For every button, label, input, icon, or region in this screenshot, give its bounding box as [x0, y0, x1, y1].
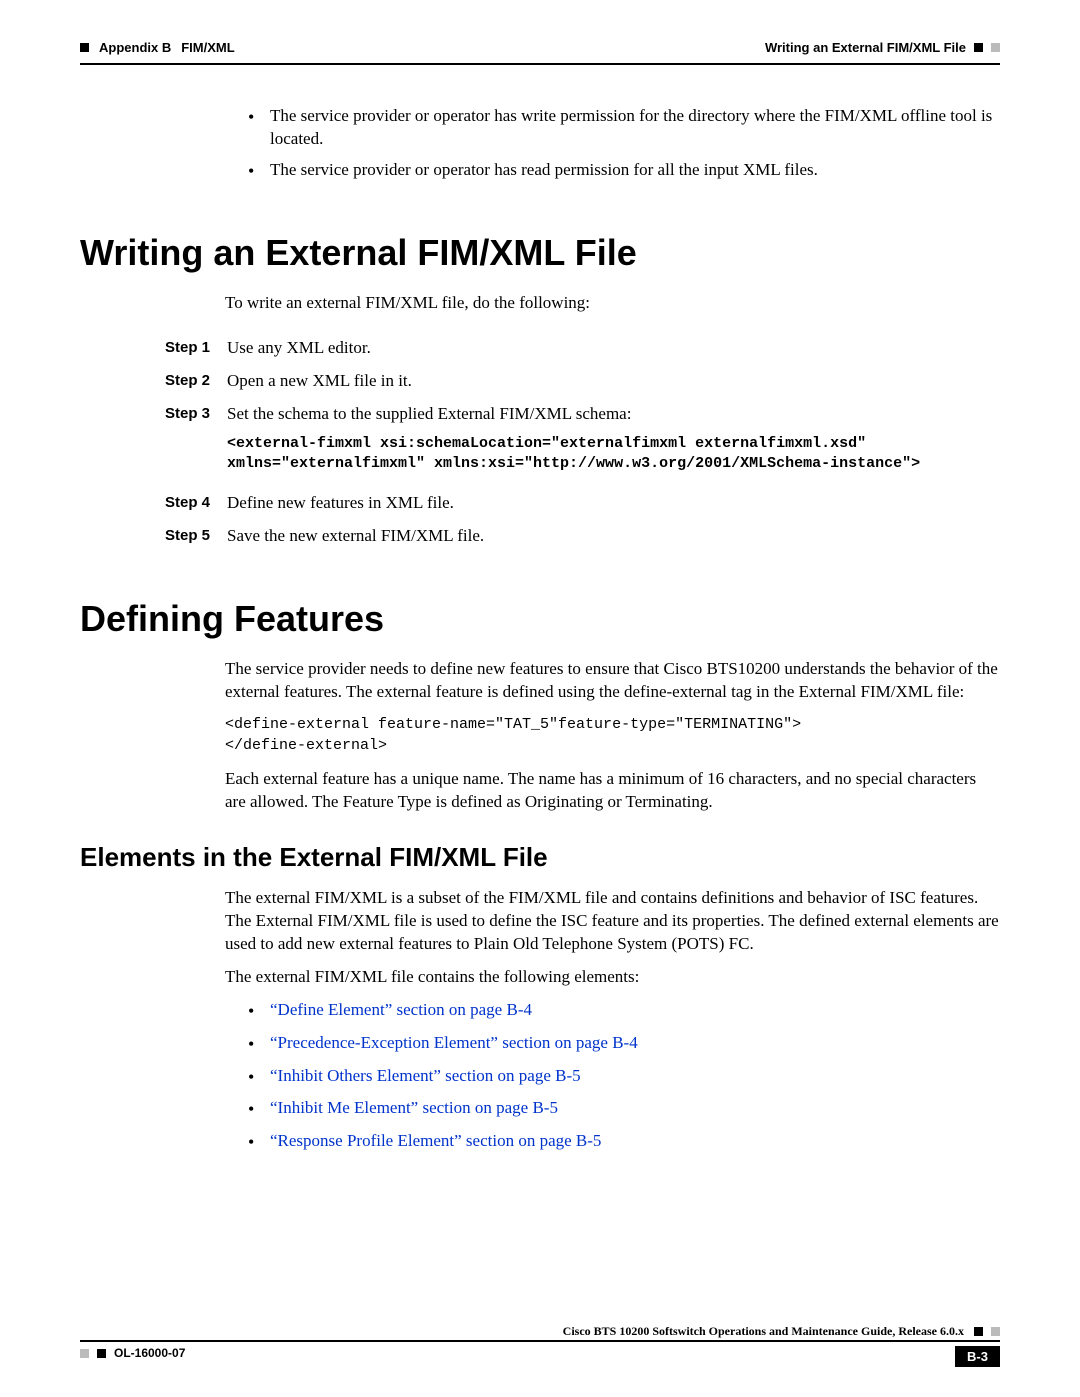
step-text: Use any XML editor.: [227, 337, 1000, 360]
list-item: “Precedence-Exception Element” section o…: [248, 1031, 1000, 1056]
step-text: Define new features in XML file.: [227, 492, 1000, 515]
list-item: “Inhibit Me Element” section on page B-5: [248, 1096, 1000, 1121]
footer-doc-id: OL-16000-07: [114, 1346, 185, 1360]
xref-link[interactable]: “Define Element” section on page B-4: [270, 1000, 532, 1019]
elements-p1: The external FIM/XML is a subset of the …: [225, 887, 1000, 956]
header-rule: [80, 63, 1000, 65]
header-left: Appendix B FIM/XML: [80, 40, 235, 55]
step-label: Step 4: [165, 492, 227, 513]
step-row: Step 2 Open a new XML file in it.: [165, 370, 1000, 393]
square-icon: [991, 43, 1000, 52]
xref-link[interactable]: “Inhibit Me Element” section on page B-5: [270, 1098, 558, 1117]
step-row: Step 1 Use any XML editor.: [165, 337, 1000, 360]
header-section-label: Writing an External FIM/XML File: [765, 40, 966, 55]
step-text: Save the new external FIM/XML file.: [227, 525, 1000, 548]
square-icon: [974, 1327, 983, 1336]
footer: Cisco BTS 10200 Softswitch Operations an…: [80, 1322, 1000, 1367]
step-row: Step 3 Set the schema to the supplied Ex…: [165, 403, 1000, 482]
step-label: Step 2: [165, 370, 227, 391]
appendix-label: Appendix B: [99, 40, 171, 55]
intro-bullet-list: The service provider or operator has wri…: [80, 105, 1000, 182]
step-label: Step 5: [165, 525, 227, 546]
xref-link[interactable]: “Response Profile Element” section on pa…: [270, 1131, 601, 1150]
heading-elements: Elements in the External FIM/XML File: [80, 842, 1000, 873]
footer-rule: [80, 1340, 1000, 1342]
square-icon: [80, 1349, 89, 1358]
elements-link-list: “Define Element” section on page B-4 “Pr…: [248, 998, 1000, 1153]
code-block: <external-fimxml xsi:schemaLocation="ext…: [227, 434, 1000, 475]
defining-p1: The service provider needs to define new…: [225, 658, 1000, 704]
writing-intro: To write an external FIM/XML file, do th…: [225, 292, 1000, 315]
page-number-badge: B-3: [955, 1346, 1000, 1367]
appendix-title: FIM/XML: [181, 40, 234, 55]
step-label: Step 3: [165, 403, 227, 424]
square-icon: [97, 1349, 106, 1358]
heading-writing: Writing an External FIM/XML File: [80, 232, 1000, 274]
defining-p2: Each external feature has a unique name.…: [225, 768, 1000, 814]
heading-defining: Defining Features: [80, 598, 1000, 640]
step-text: Set the schema to the supplied External …: [227, 403, 1000, 482]
xref-link[interactable]: “Inhibit Others Element” section on page…: [270, 1066, 581, 1085]
list-item: “Response Profile Element” section on pa…: [248, 1129, 1000, 1154]
list-item: The service provider or operator has wri…: [248, 105, 1000, 151]
square-icon: [974, 43, 983, 52]
steps-list: Step 1 Use any XML editor. Step 2 Open a…: [165, 337, 1000, 548]
list-item: “Inhibit Others Element” section on page…: [248, 1064, 1000, 1089]
footer-doc-title: Cisco BTS 10200 Softswitch Operations an…: [563, 1324, 964, 1338]
step-row: Step 5 Save the new external FIM/XML fil…: [165, 525, 1000, 548]
code-block: <define-external feature-name="TAT_5"fea…: [225, 714, 1000, 756]
square-icon: [991, 1327, 1000, 1336]
step-row: Step 4 Define new features in XML file.: [165, 492, 1000, 515]
square-icon: [80, 43, 89, 52]
step-text: Open a new XML file in it.: [227, 370, 1000, 393]
xref-link[interactable]: “Precedence-Exception Element” section o…: [270, 1033, 638, 1052]
header-right: Writing an External FIM/XML File: [765, 40, 1000, 55]
step-text-line: Set the schema to the supplied External …: [227, 404, 631, 423]
list-item: The service provider or operator has rea…: [248, 159, 1000, 182]
list-item: “Define Element” section on page B-4: [248, 998, 1000, 1023]
step-label: Step 1: [165, 337, 227, 358]
elements-p2: The external FIM/XML file contains the f…: [225, 966, 1000, 989]
